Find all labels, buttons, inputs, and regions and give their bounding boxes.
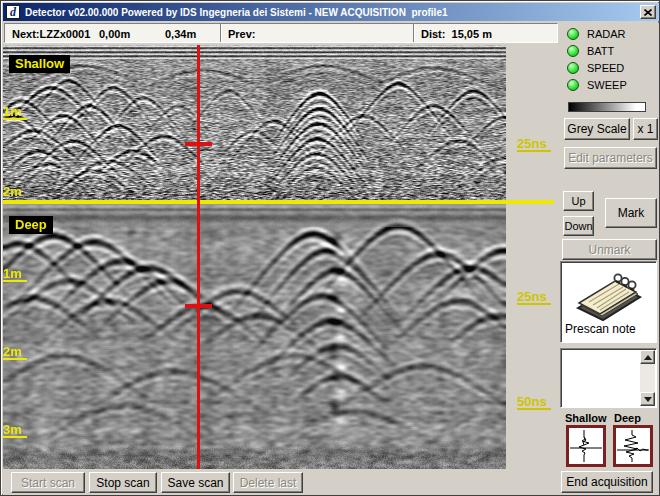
bottom-toolbar: Start scan Stop scan Save scan Delete la… [3, 469, 559, 495]
close-icon [644, 9, 652, 16]
speed-led-icon [567, 62, 579, 74]
app-icon: d [6, 5, 20, 19]
down-button[interactable]: Down [563, 216, 594, 236]
save-scan-button[interactable]: Save scan [161, 472, 230, 493]
shallow-waveform-icon [569, 428, 603, 464]
depth-mark-shallow-2m: 2m [3, 185, 27, 200]
panel-separator-line [3, 200, 554, 204]
scan-cursor-line[interactable] [197, 45, 200, 469]
depth-mark-deep-1m: 1m [3, 267, 27, 282]
window-title: Detector v02.00.000 Powered by IDS Ingeg… [25, 7, 448, 18]
prescan-note-box[interactable]: Prescan note [560, 261, 657, 343]
zoom-x1-button[interactable]: x 1 [633, 118, 658, 140]
arrow-up-icon [644, 355, 652, 360]
distance-value: Dist: 15,05 m [421, 28, 492, 40]
status-speed: SPEED [567, 61, 624, 74]
depth-mark-deep-3m: 3m [3, 423, 27, 438]
thumb-shallow-label: Shallow [565, 412, 607, 424]
deep-waveform-thumb[interactable] [613, 425, 653, 467]
edit-parameters-button: Edit parameters [564, 147, 657, 169]
info-separator [413, 24, 415, 42]
sweep-led-icon [567, 79, 579, 91]
position-value-2: 0,34m [165, 28, 196, 40]
cursor-tick-deep [185, 304, 212, 308]
note-list-box[interactable] [560, 348, 657, 408]
depth-mark-deep-2m: 2m [3, 345, 27, 360]
notebook-icon [572, 266, 644, 322]
info-separator [220, 24, 222, 42]
time-mark-deep-50ns: 50ns [517, 395, 551, 410]
up-button[interactable]: Up [563, 191, 594, 211]
deep-radargram[interactable] [3, 205, 506, 469]
mark-button[interactable]: Mark [605, 198, 657, 228]
deep-waveform-icon [616, 428, 650, 464]
time-mark-deep-25ns: 25ns [517, 290, 551, 305]
shallow-radargram[interactable] [3, 45, 506, 200]
info-bar: Next:LZZx0001 0,00m 0,34m Prev: Dist: 15… [4, 23, 558, 43]
start-scan-button: Start scan [11, 472, 85, 493]
deep-panel-label: Deep [9, 216, 53, 234]
shallow-panel-label: Shallow [9, 55, 70, 73]
delete-last-button: Delete last [233, 472, 303, 493]
arrow-down-icon [644, 397, 652, 402]
cursor-tick-shallow [185, 142, 212, 146]
prev-label: Prev: [228, 28, 256, 40]
prescan-note-label: Prescan note [565, 322, 636, 336]
time-mark-shallow-25ns: 25ns [517, 137, 551, 152]
next-scan-name: Next:LZZx0001 [12, 28, 90, 40]
close-button[interactable] [640, 5, 656, 19]
scan-area[interactable] [3, 45, 506, 469]
status-radar: RADAR [567, 27, 626, 40]
greyscale-gradient-bar [568, 102, 646, 112]
app-window: d Detector v02.00.000 Powered by IDS Ing… [0, 0, 660, 496]
depth-mark-shallow-1m: 1m [3, 105, 27, 120]
unmark-button: Unmark [562, 239, 657, 260]
grey-scale-button[interactable]: Grey Scale [564, 118, 630, 140]
batt-led-icon [567, 45, 579, 57]
status-batt: BATT [567, 44, 614, 57]
sidebar: RADAR BATT SPEED SWEEP Grey Scale x 1 Ed… [559, 23, 659, 495]
shallow-waveform-thumb[interactable] [566, 425, 606, 467]
radar-led-icon [567, 28, 579, 40]
scrollbar[interactable] [640, 350, 655, 406]
thumb-deep-label: Deep [614, 412, 641, 424]
titlebar[interactable]: d Detector v02.00.000 Powered by IDS Ing… [3, 3, 659, 21]
stop-scan-button[interactable]: Stop scan [89, 472, 157, 493]
scroll-up-button[interactable] [640, 350, 655, 364]
status-sweep: SWEEP [567, 78, 627, 91]
position-value-1: 0,00m [99, 28, 130, 40]
end-acquisition-button[interactable]: End acquisition [561, 471, 653, 493]
scroll-down-button[interactable] [640, 392, 655, 406]
